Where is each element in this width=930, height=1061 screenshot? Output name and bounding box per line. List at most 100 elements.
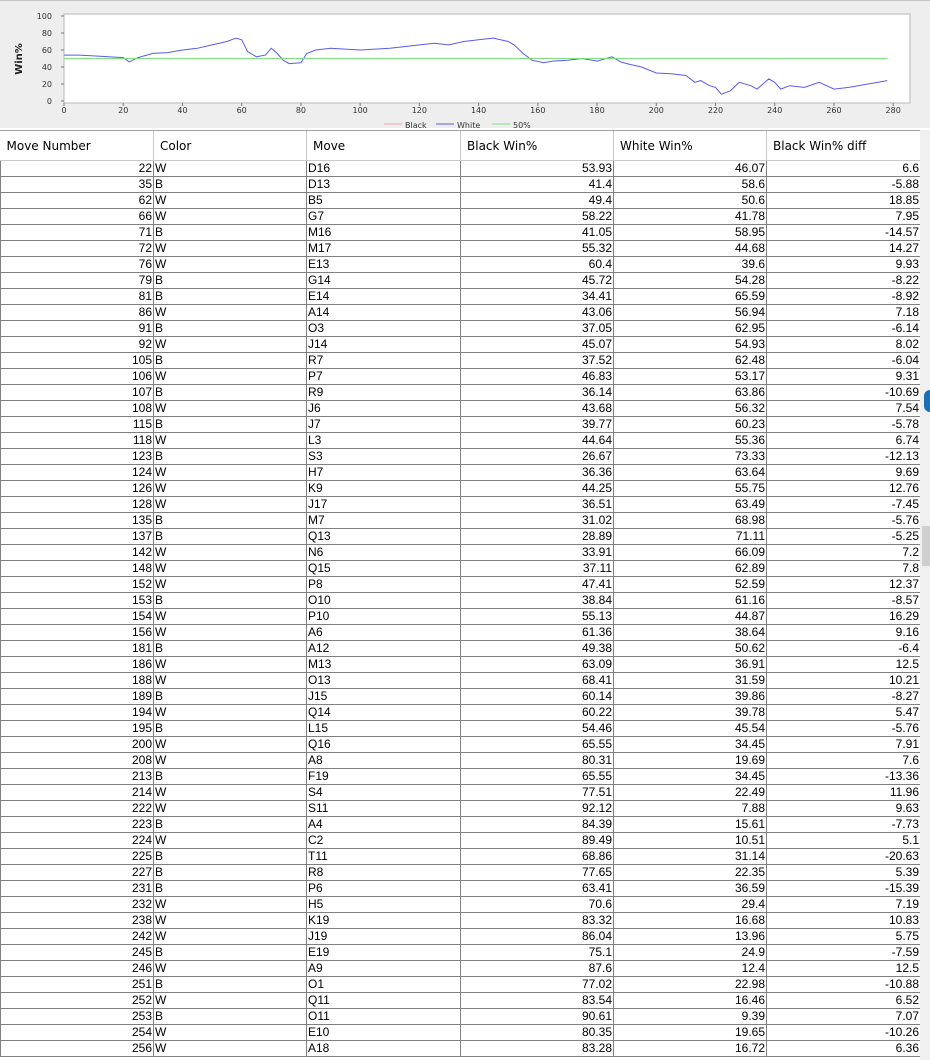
table-row[interactable]: 128 W J17 36.51 63.49 -7.45 xyxy=(0,496,920,513)
table-row[interactable]: 189 B J15 60.14 39.86 -8.27 xyxy=(0,688,920,705)
table-row[interactable]: 256 W A18 83.28 16.72 6.36 xyxy=(0,1040,920,1057)
side-handle-icon[interactable] xyxy=(924,390,930,412)
table-row[interactable]: 72 W M17 55.32 44.68 14.27 xyxy=(0,240,920,257)
table-row[interactable]: 214 W S4 77.51 22.49 11.96 xyxy=(0,784,920,801)
table-row[interactable]: 242 W J19 86.04 13.96 5.75 xyxy=(0,928,920,945)
table-row[interactable]: 118 W L3 44.64 55.36 6.74 xyxy=(0,432,920,449)
table-row[interactable]: 135 B M7 31.02 68.98 -5.76 xyxy=(0,512,920,529)
cell-color: W xyxy=(153,400,307,417)
cell-black-win-diff: 12.76 xyxy=(766,480,920,497)
table-row[interactable]: 153 B O10 38.84 61.16 -8.57 xyxy=(0,592,920,609)
move-table-panel[interactable]: Move Number Color Move Black Win% White … xyxy=(0,130,920,1061)
table-row[interactable]: 254 W E10 80.35 19.65 -10.26 xyxy=(0,1024,920,1041)
table-row[interactable]: 81 B E14 34.41 65.59 -8.92 xyxy=(0,288,920,305)
table-row[interactable]: 181 B A12 49.38 50.62 -6.4 xyxy=(0,640,920,657)
table-row[interactable]: 91 B O3 37.05 62.95 -6.14 xyxy=(0,320,920,337)
table-row[interactable]: 105 B R7 37.52 62.48 -6.04 xyxy=(0,352,920,369)
cell-color: W xyxy=(153,480,307,497)
table-row[interactable]: 123 B S3 26.67 73.33 -12.13 xyxy=(0,448,920,465)
cell-move-number: 200 xyxy=(0,736,154,753)
cell-move-number: 154 xyxy=(0,608,154,625)
column-header-black-win[interactable]: Black Win% xyxy=(460,131,614,161)
table-row[interactable]: 227 B R8 77.65 22.35 5.39 xyxy=(0,864,920,881)
table-row[interactable]: 22 W D16 53.93 46.07 6.6 xyxy=(0,160,920,177)
cell-black-win: 34.41 xyxy=(460,288,614,305)
cell-black-win-diff: -6.4 xyxy=(766,640,920,657)
cell-color: W xyxy=(153,960,307,977)
table-row[interactable]: 195 B L15 54.46 45.54 -5.76 xyxy=(0,720,920,737)
table-row[interactable]: 188 W O13 68.41 31.59 10.21 xyxy=(0,672,920,689)
column-header-white-win[interactable]: White Win% xyxy=(613,131,767,161)
table-row[interactable]: 108 W J6 43.68 56.32 7.54 xyxy=(0,400,920,417)
table-row[interactable]: 115 B J7 39.77 60.23 -5.78 xyxy=(0,416,920,433)
x-tick-label: 80 xyxy=(296,106,306,115)
cell-color: B xyxy=(153,272,307,289)
cell-color: W xyxy=(153,784,307,801)
table-row[interactable]: 224 W C2 89.49 10.51 5.1 xyxy=(0,832,920,849)
cell-white-win: 60.23 xyxy=(613,416,767,433)
table-row[interactable]: 213 B F19 65.55 34.45 -13.36 xyxy=(0,768,920,785)
cell-black-win: 37.05 xyxy=(460,320,614,337)
table-row[interactable]: 238 W K19 83.32 16.68 10.83 xyxy=(0,912,920,929)
column-header-move-number[interactable]: Move Number xyxy=(0,131,154,161)
column-header-move[interactable]: Move xyxy=(306,131,461,161)
x-tick-label: 200 xyxy=(649,106,664,115)
table-row[interactable]: 194 W Q14 60.22 39.78 5.47 xyxy=(0,704,920,721)
table-row[interactable]: 231 B P6 63.41 36.59 -15.39 xyxy=(0,880,920,897)
table-row[interactable]: 222 W S11 92.12 7.88 9.63 xyxy=(0,800,920,817)
table-row[interactable]: 252 W Q11 83.54 16.46 6.52 xyxy=(0,992,920,1009)
cell-white-win: 34.45 xyxy=(613,736,767,753)
table-row[interactable]: 62 W B5 49.4 50.6 18.85 xyxy=(0,192,920,209)
cell-color: W xyxy=(153,1040,307,1057)
table-row[interactable]: 253 B O11 90.61 9.39 7.07 xyxy=(0,1008,920,1025)
table-row[interactable]: 251 B O1 77.02 22.98 -10.88 xyxy=(0,976,920,993)
cell-move-number: 242 xyxy=(0,928,154,945)
table-row[interactable]: 208 W A8 80.31 19.69 7.6 xyxy=(0,752,920,769)
table-row[interactable]: 71 B M16 41.05 58.95 -14.57 xyxy=(0,224,920,241)
table-row[interactable]: 126 W K9 44.25 55.75 12.76 xyxy=(0,480,920,497)
table-row[interactable]: 148 W Q15 37.11 62.89 7.8 xyxy=(0,560,920,577)
table-row[interactable]: 200 W Q16 65.55 34.45 7.91 xyxy=(0,736,920,753)
table-row[interactable]: 154 W P10 55.13 44.87 16.29 xyxy=(0,608,920,625)
table-row[interactable]: 245 B E19 75.1 24.9 -7.59 xyxy=(0,944,920,961)
table-row[interactable]: 186 W M13 63.09 36.91 12.5 xyxy=(0,656,920,673)
cell-white-win: 55.36 xyxy=(613,432,767,449)
table-row[interactable]: 106 W P7 46.83 53.17 9.31 xyxy=(0,368,920,385)
table-row[interactable]: 92 W J14 45.07 54.93 8.02 xyxy=(0,336,920,353)
cell-move-number: 22 xyxy=(0,160,154,177)
table-row[interactable]: 142 W N6 33.91 66.09 7.2 xyxy=(0,544,920,561)
table-row[interactable]: 246 W A9 87.6 12.4 12.5 xyxy=(0,960,920,977)
y-tick-label: 20 xyxy=(42,80,52,89)
table-row[interactable]: 124 W H7 36.36 63.64 9.69 xyxy=(0,464,920,481)
cell-move: E14 xyxy=(306,288,461,305)
table-row[interactable]: 76 W E13 60.4 39.6 9.93 xyxy=(0,256,920,273)
cell-move: A9 xyxy=(306,960,461,977)
cell-black-win-diff: -8.27 xyxy=(766,688,920,705)
cell-black-win-diff: 7.2 xyxy=(766,544,920,561)
table-row[interactable]: 137 B Q13 28.89 71.11 -5.25 xyxy=(0,528,920,545)
table-row[interactable]: 107 B R9 36.14 63.86 -10.69 xyxy=(0,384,920,401)
cell-move: Q15 xyxy=(306,560,461,577)
cell-black-win-diff: -15.39 xyxy=(766,880,920,897)
y-tick-label: 100 xyxy=(37,12,52,21)
table-row[interactable]: 86 W A14 43.06 56.94 7.18 xyxy=(0,304,920,321)
table-row[interactable]: 232 W H5 70.6 29.4 7.19 xyxy=(0,896,920,913)
column-header-black-win-diff[interactable]: Black Win% diff xyxy=(766,131,920,161)
cell-move-number: 81 xyxy=(0,288,154,305)
table-row[interactable]: 152 W P8 47.41 52.59 12.37 xyxy=(0,576,920,593)
cell-black-win: 68.41 xyxy=(460,672,614,689)
cell-black-win-diff: 14.27 xyxy=(766,240,920,257)
scrollbar-thumb[interactable] xyxy=(922,526,930,566)
table-row[interactable]: 66 W G7 58.22 41.78 7.95 xyxy=(0,208,920,225)
table-row[interactable]: 35 B D13 41.4 58.6 -5.88 xyxy=(0,176,920,193)
cell-black-win: 87.6 xyxy=(460,960,614,977)
table-row[interactable]: 156 W A6 61.36 38.64 9.16 xyxy=(0,624,920,641)
column-header-color[interactable]: Color xyxy=(153,131,307,161)
cell-white-win: 16.68 xyxy=(613,912,767,929)
table-row[interactable]: 225 B T11 68.86 31.14 -20.63 xyxy=(0,848,920,865)
vertical-scrollbar[interactable] xyxy=(920,130,930,1060)
cell-color: W xyxy=(153,464,307,481)
table-row[interactable]: 79 B G14 45.72 54.28 -8.22 xyxy=(0,272,920,289)
table-row[interactable]: 223 B A4 84.39 15.61 -7.73 xyxy=(0,816,920,833)
cell-black-win: 44.64 xyxy=(460,432,614,449)
